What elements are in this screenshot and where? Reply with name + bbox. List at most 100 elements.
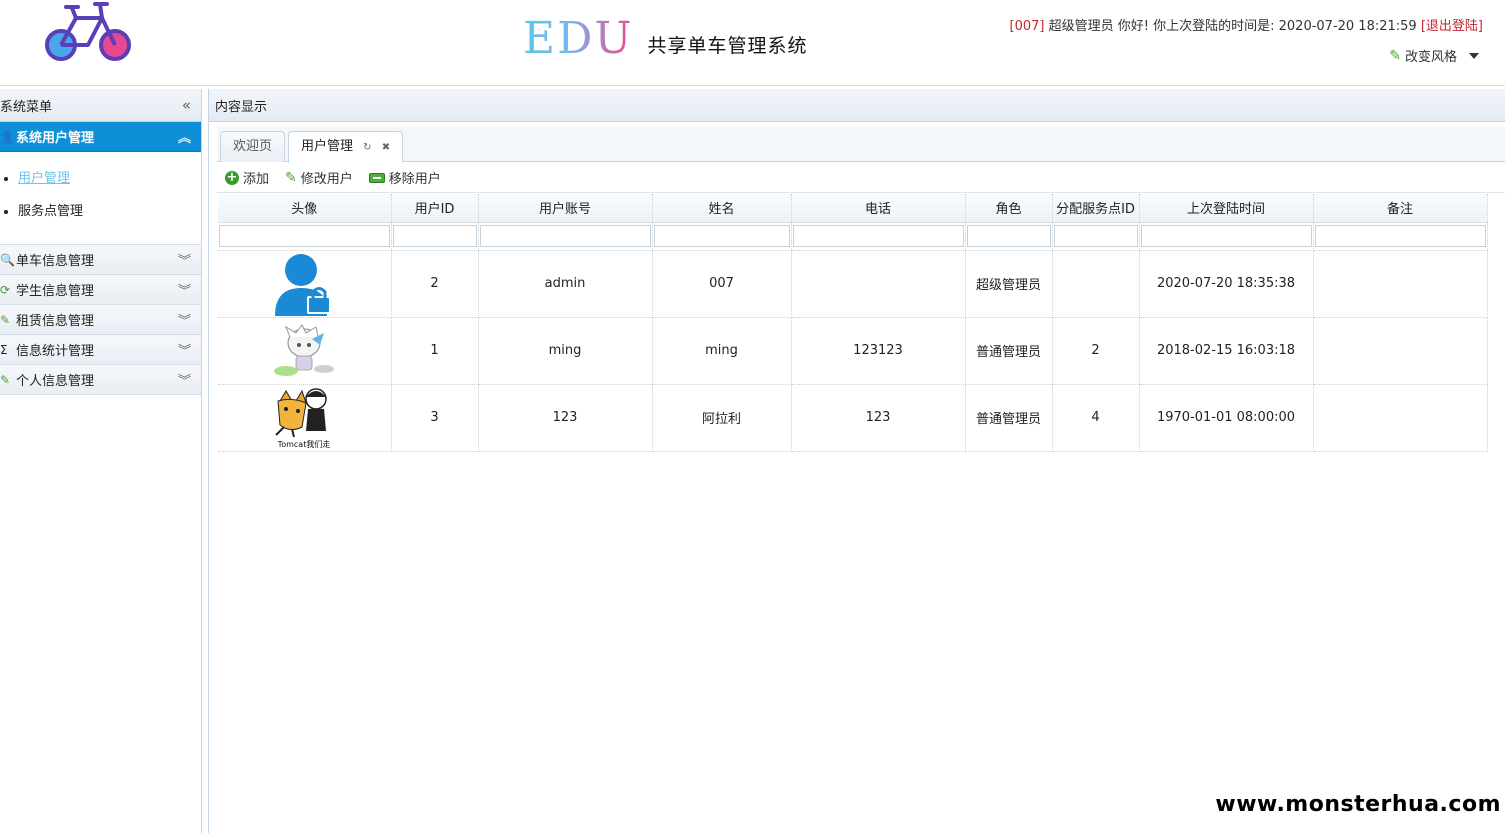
- column-header[interactable]: 用户ID: [391, 194, 479, 223]
- avatar-cell: Tomcat我们走: [218, 384, 392, 452]
- filter-row: [218, 222, 1488, 251]
- sidebar-item-service-point[interactable]: 服务点管理: [0, 201, 201, 234]
- filter-input-name[interactable]: [653, 225, 790, 247]
- column-header[interactable]: 分配服务点ID: [1052, 194, 1140, 223]
- filter-input-avatar[interactable]: [219, 225, 390, 247]
- column-header[interactable]: 用户账号: [478, 194, 653, 223]
- column-header[interactable]: 角色: [965, 194, 1053, 223]
- column-header[interactable]: 姓名: [652, 194, 792, 223]
- close-icon[interactable]: ✖: [382, 142, 390, 153]
- cell-phone: [791, 250, 966, 318]
- cell-account: admin: [478, 250, 653, 318]
- filter-input-account[interactable]: [479, 225, 651, 247]
- filter-input-phone[interactable]: [792, 225, 964, 247]
- cell-role: 普通管理员: [965, 384, 1053, 452]
- search-icon: 🔍: [0, 252, 15, 267]
- filter-input-id[interactable]: [392, 225, 477, 247]
- table-row[interactable]: 2 admin 007 超级管理员 2020-07-20 18:35:38: [218, 250, 1488, 318]
- sidebar-group-statistics[interactable]: Σ 信息统计管理 ︾: [0, 335, 201, 365]
- sidebar: 系统菜单 « 👤 系统用户管理 ︽ 用户管理 服务点管理 🔍 单车信息管理 ︾ …: [0, 89, 202, 833]
- blue-user-lock-avatar: [275, 253, 332, 316]
- brand-subtitle: 共享单车管理系统: [647, 35, 808, 57]
- chevron-double-down-icon: ︾: [177, 374, 191, 389]
- cell-name: 007: [652, 250, 792, 318]
- sidebar-header: 系统菜单 «: [0, 89, 201, 122]
- chevron-double-down-icon: ︾: [177, 344, 191, 359]
- tab-user-management[interactable]: 用户管理 ↻ ✖: [288, 131, 404, 163]
- table-row[interactable]: Tomcat我们走 3 123 阿拉利 123 普通管理员 4 1970-01-…: [218, 384, 1488, 452]
- pencil-icon: ✎: [1389, 47, 1401, 64]
- sigma-icon: Σ: [0, 342, 8, 357]
- sidebar-group-user-admin[interactable]: 👤 系统用户管理 ︽: [0, 122, 201, 152]
- header: EDU 共享单车管理系统 [007] 超级管理员 你好! 你上次登陆的时间是: …: [0, 0, 1505, 86]
- chevron-double-down-icon: ︾: [177, 314, 191, 329]
- sidebar-group-label: 个人信息管理: [16, 374, 95, 389]
- anime-character-avatar: [274, 323, 335, 376]
- content-header: 内容显示: [209, 89, 1505, 122]
- sidebar-group-label: 租赁信息管理: [16, 314, 95, 329]
- avatar-caption: Tomcat我们走: [277, 439, 331, 449]
- cell-station: [1052, 250, 1140, 318]
- filter-input-station[interactable]: [1053, 225, 1138, 247]
- bicycle-logo-icon: [45, 2, 131, 61]
- sidebar-group-label: 单车信息管理: [16, 254, 95, 269]
- column-header[interactable]: 上次登陆时间: [1139, 194, 1314, 223]
- chevron-double-down-icon: ︾: [177, 284, 191, 299]
- cell-last-login: 2020-07-20 18:35:38: [1139, 250, 1314, 318]
- brand-main: EDU: [523, 13, 634, 64]
- chevron-double-up-icon: ︽: [177, 131, 191, 146]
- content-title: 内容显示: [215, 99, 268, 115]
- style-switch-menu[interactable]: ✎ 改变风格: [1389, 46, 1479, 65]
- user-table: 头像 用户ID 用户账号 姓名 电话 角色 分配服务点ID 上次登陆时间 备注: [218, 194, 1488, 452]
- tomcat-avatar: Tomcat我们走: [275, 387, 331, 449]
- pencil-icon: ✎: [0, 372, 11, 387]
- column-header[interactable]: 备注: [1313, 194, 1488, 223]
- sidebar-group-label: 信息统计管理: [16, 344, 95, 359]
- cell-remark: [1313, 317, 1488, 385]
- cell-station: 2: [1052, 317, 1140, 385]
- refresh-icon: ⟳: [0, 282, 11, 297]
- cell-account: 123: [478, 384, 653, 452]
- tab-label: 用户管理: [301, 139, 354, 154]
- sidebar-group-student-info[interactable]: ⟳ 学生信息管理 ︾: [0, 275, 201, 305]
- table-row[interactable]: 1 ming ming 123123 普通管理员 2 2018-02-15 16…: [218, 317, 1488, 385]
- sidebar-group-bike-info[interactable]: 🔍 单车信息管理 ︾: [0, 245, 201, 275]
- column-header[interactable]: 电话: [791, 194, 966, 223]
- add-button[interactable]: + 添加: [225, 168, 269, 187]
- cell-last-login: 1970-01-01 08:00:00: [1139, 384, 1314, 452]
- user-icon: 👤: [0, 129, 15, 144]
- caret-down-icon: [1469, 52, 1479, 59]
- user-info-bar: [007] 超级管理员 你好! 你上次登陆的时间是: 2020-07-20 18…: [1010, 15, 1483, 34]
- tab-label: 欢迎页: [233, 139, 273, 154]
- table-header-row: 头像 用户ID 用户账号 姓名 电话 角色 分配服务点ID 上次登陆时间 备注: [218, 194, 1488, 223]
- user-id: [007]: [1009, 19, 1045, 34]
- logout-link[interactable]: [退出登陆]: [1421, 19, 1483, 34]
- tab-welcome[interactable]: 欢迎页: [220, 131, 286, 162]
- sidebar-title: 系统菜单: [0, 99, 53, 115]
- user-greeting: 超级管理员 你好! 你上次登陆的时间是:: [1048, 19, 1275, 34]
- add-label: 添加: [243, 172, 270, 187]
- remove-user-button[interactable]: 移除用户: [368, 168, 441, 187]
- cell-id: 2: [391, 250, 479, 318]
- pencil-icon: ✎: [0, 312, 11, 327]
- sidebar-group-rental-info[interactable]: ✎ 租赁信息管理 ︾: [0, 305, 201, 335]
- filter-input-last-login[interactable]: [1140, 225, 1312, 247]
- column-header[interactable]: 头像: [218, 194, 392, 223]
- edit-user-button[interactable]: ✎ 修改用户: [285, 168, 353, 188]
- sidebar-group-personal-info[interactable]: ✎ 个人信息管理 ︾: [0, 365, 201, 395]
- last-login-time: 2020-07-20 18:21:59: [1278, 19, 1417, 34]
- avatar-cell: [218, 317, 392, 385]
- sidebar-item-user-management[interactable]: 用户管理: [0, 168, 201, 201]
- avatar-cell: [218, 250, 392, 318]
- filter-input-role[interactable]: [966, 225, 1051, 247]
- refresh-icon[interactable]: ↻: [363, 142, 371, 153]
- filter-input-remark[interactable]: [1314, 225, 1486, 247]
- content-area: 内容显示 欢迎页 用户管理 ↻ ✖ + 添加 ✎ 修改用户 移除用户 头像 用户…: [208, 89, 1505, 833]
- collapse-left-icon[interactable]: «: [182, 96, 191, 114]
- style-switch-label: 改变风格: [1404, 50, 1457, 65]
- sidebar-group-label: 学生信息管理: [16, 284, 95, 299]
- minus-icon: [368, 172, 385, 183]
- cell-name: 阿拉利: [652, 384, 792, 452]
- watermark: www.monsterhua.com: [1215, 792, 1501, 817]
- cell-remark: [1313, 384, 1488, 452]
